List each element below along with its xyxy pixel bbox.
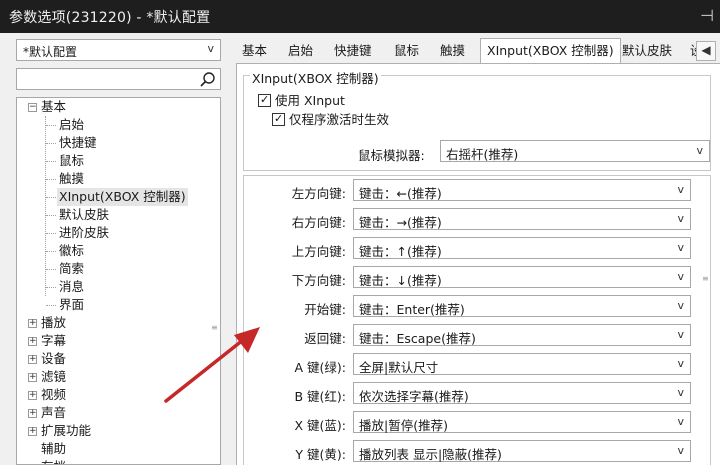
window-title: 参数选项(231220) - *默认配置 (9, 10, 211, 26)
mapping-value: 键击：→(推荐) (359, 215, 442, 230)
use-xinput-label: 使用 XInput (275, 93, 345, 108)
preset-dropdown[interactable]: *默认配置 v (16, 39, 221, 61)
checkbox-checked-icon[interactable] (272, 111, 285, 127)
chevron-down-icon: v (677, 386, 684, 399)
mouse-emulator-label: 鼠标模拟器: (358, 148, 425, 163)
expand-icon[interactable]: + (28, 373, 37, 382)
mouse-emulator-dropdown[interactable]: 右摇杆(推荐) v (440, 140, 710, 162)
chevron-down-icon: v (677, 212, 684, 225)
tab-basic[interactable]: 基本 (236, 41, 273, 63)
tree-item-start[interactable]: 启始 (59, 116, 84, 134)
collapse-icon[interactable]: − (28, 103, 37, 112)
tree-item-assist[interactable]: 辅助 (41, 440, 66, 458)
expand-icon[interactable]: + (28, 319, 37, 328)
panel-scrollbar[interactable]: ≡ (699, 211, 711, 351)
expand-icon[interactable]: + (28, 355, 37, 364)
tab-default-skin[interactable]: 默认皮肤 (616, 41, 678, 63)
chevron-down-icon: v (696, 144, 703, 157)
search-icon[interactable] (199, 71, 217, 87)
only-active-checkbox[interactable]: 仅程序激活时生效 (272, 111, 390, 128)
use-xinput-checkbox[interactable]: 使用 XInput (258, 92, 345, 109)
tree-item-audio[interactable]: 声音 (41, 404, 66, 422)
mapping-value: 键击：↓(推荐) (359, 273, 442, 288)
scrollbar-grip[interactable]: ≡ (702, 275, 709, 283)
mapping-label-down: 下方向键: (291, 273, 346, 288)
chevron-down-icon: v (677, 444, 684, 457)
tree-item-devices[interactable]: 设备 (41, 350, 66, 368)
tree-item-extensions[interactable]: 扩展功能 (41, 422, 91, 440)
expand-icon[interactable]: + (28, 337, 37, 346)
mapping-value: 键击：←(推荐) (359, 186, 442, 201)
mapping-dropdown-left[interactable]: 键击：←(推荐) v (353, 179, 691, 201)
chevron-down-icon: v (677, 241, 684, 254)
tab-mouse[interactable]: 鼠标 (388, 41, 425, 63)
tree-item-xinput[interactable]: XInput(XBOX 控制器) (57, 188, 188, 206)
tree-item-playback[interactable]: 播放 (41, 314, 66, 332)
mapping-label-y: Y 键(黄): (295, 447, 346, 462)
tree-item-index[interactable]: 简索 (59, 260, 84, 278)
mapping-label-right: 右方向键: (291, 215, 346, 230)
mapping-dropdown-back[interactable]: 键击：Escape(推荐) v (353, 324, 691, 346)
tree-item-archive[interactable]: 存档 (41, 458, 66, 464)
pin-icon[interactable]: ⊣ (700, 6, 714, 25)
tree-item-hotkeys[interactable]: 快捷键 (59, 134, 97, 152)
chevron-down-icon: v (677, 299, 684, 312)
chevron-down-icon: v (677, 328, 684, 341)
mouse-emulator-value: 右摇杆(推荐) (446, 147, 519, 162)
chevron-down-icon: v (207, 42, 214, 55)
expand-icon[interactable]: + (28, 427, 37, 436)
title-bar: 参数选项(231220) - *默认配置 ⊣ (0, 0, 720, 33)
only-active-label: 仅程序激活时生效 (289, 112, 390, 127)
mapping-dropdown-x[interactable]: 播放|暂停(推荐) v (353, 411, 691, 433)
mapping-value: 依次选择字幕(推荐) (359, 389, 469, 404)
mapping-dropdown-a[interactable]: 全屏|默认尺寸 v (353, 353, 691, 375)
tree-item-touch[interactable]: 触摸 (59, 170, 84, 188)
tree-item-subtitles[interactable]: 字幕 (41, 332, 66, 350)
tree-item-advanced-skin[interactable]: 进阶皮肤 (59, 224, 109, 242)
tree-item-basic[interactable]: 基本 (41, 98, 66, 116)
expand-icon[interactable]: + (28, 409, 37, 418)
preset-value: *默认配置 (23, 45, 78, 59)
tab-hotkeys[interactable]: 快捷键 (328, 41, 378, 63)
search-input[interactable] (16, 68, 221, 90)
mapping-dropdown-b[interactable]: 依次选择字幕(推荐) v (353, 382, 691, 404)
mapping-value: 键击：↑(推荐) (359, 244, 442, 259)
mapping-dropdown-down[interactable]: 键击：↓(推荐) v (353, 266, 691, 288)
xinput-group-title: XInput(XBOX 控制器) (250, 68, 381, 87)
chevron-down-icon: v (677, 270, 684, 283)
annotation-arrow-icon (164, 327, 260, 403)
mapping-label-start: 开始键: (304, 302, 346, 317)
mapping-label-left: 左方向键: (291, 186, 346, 201)
mapping-label-up: 上方向键: (291, 244, 346, 259)
tree-item-mouse[interactable]: 鼠标 (59, 152, 84, 170)
tree-item-messages[interactable]: 消息 (59, 278, 84, 296)
chevron-down-icon: v (677, 183, 684, 196)
mapping-label-x: X 键(蓝): (294, 418, 346, 433)
chevron-left-icon[interactable]: ◀ (696, 41, 716, 61)
checkbox-checked-icon[interactable] (258, 92, 271, 108)
chevron-down-icon: v (677, 357, 684, 370)
expand-icon[interactable]: + (28, 391, 37, 400)
mapping-value: 键击：Escape(推荐) (359, 331, 476, 346)
tab-strip: 基本 启始 快捷键 鼠标 触摸 XInput(XBOX 控制器) 默认皮肤 设 (236, 37, 720, 64)
preferences-client: *默认配置 v − 基本 启始 快捷键 鼠标 触摸 XInput(XBOX 控制… (0, 33, 720, 465)
tree-item-logo[interactable]: 徽标 (59, 242, 84, 260)
mapping-dropdown-right[interactable]: 键击：→(推荐) v (353, 208, 691, 230)
tab-start[interactable]: 启始 (282, 41, 319, 63)
tree-item-video[interactable]: 视频 (41, 386, 66, 404)
tab-xinput[interactable]: XInput(XBOX 控制器) (480, 38, 621, 64)
mapping-value: 键击：Enter(推荐) (359, 302, 465, 317)
mapping-dropdown-up[interactable]: 键击：↑(推荐) v (353, 237, 691, 259)
tree-item-filters[interactable]: 滤镜 (41, 368, 66, 386)
mapping-value: 播放列表 显示|隐蔽(推荐) (359, 447, 502, 462)
mapping-value: 播放|暂停(推荐) (359, 418, 448, 433)
chevron-down-icon: v (677, 415, 684, 428)
mapping-value: 全屏|默认尺寸 (359, 360, 439, 375)
tree-item-default-skin[interactable]: 默认皮肤 (59, 206, 109, 224)
mapping-dropdown-start[interactable]: 键击：Enter(推荐) v (353, 295, 691, 317)
mapping-dropdown-y[interactable]: 播放列表 显示|隐蔽(推荐) v (353, 440, 691, 462)
tree-item-interface[interactable]: 界面 (59, 296, 84, 314)
tab-touch[interactable]: 触摸 (434, 41, 471, 63)
